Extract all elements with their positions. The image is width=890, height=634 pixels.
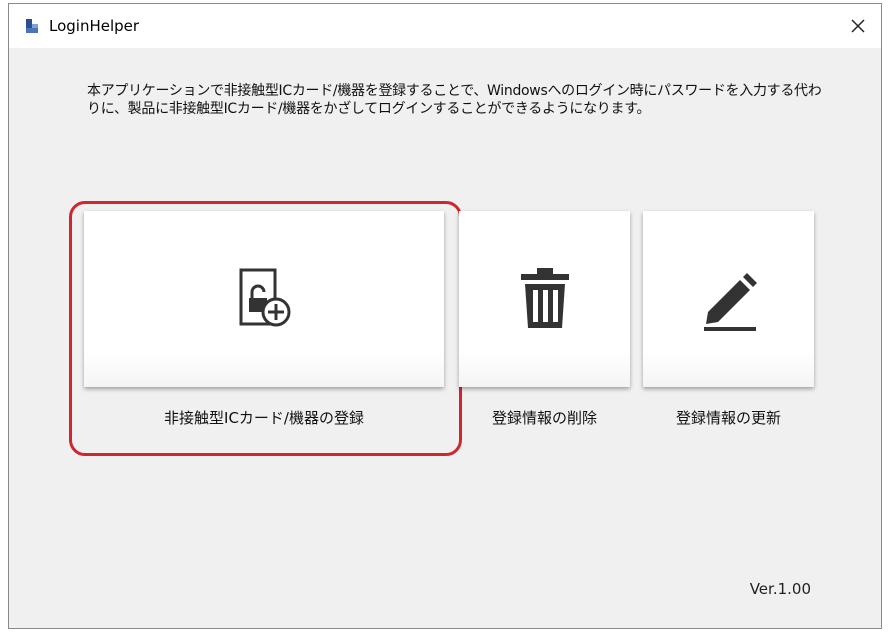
close-button[interactable]	[841, 10, 875, 42]
delete-info-button[interactable]	[459, 211, 630, 387]
title-bar: LoginHelper	[9, 4, 881, 48]
window-title: LoginHelper	[49, 17, 140, 35]
register-card-button[interactable]	[84, 211, 444, 387]
card-lock-add-icon	[239, 268, 291, 327]
trash-icon	[520, 268, 569, 328]
description-text: 本アプリケーションで非接触型ICカード/機器を登録することで、Windowsへの…	[87, 83, 822, 117]
login-helper-window: LoginHelper 本アプリケーションで非接触型ICカード/機器を登録するこ…	[8, 3, 882, 629]
register-card-label: 非接触型ICカード/機器の登録	[164, 409, 364, 427]
version-text: Ver.1.00	[749, 580, 811, 598]
delete-info-label: 登録情報の削除	[491, 409, 597, 427]
update-info-label: 登録情報の更新	[675, 409, 781, 427]
close-icon	[851, 19, 865, 33]
app-icon	[26, 19, 38, 33]
update-info-button[interactable]	[643, 211, 814, 387]
pencil-icon	[703, 273, 757, 331]
